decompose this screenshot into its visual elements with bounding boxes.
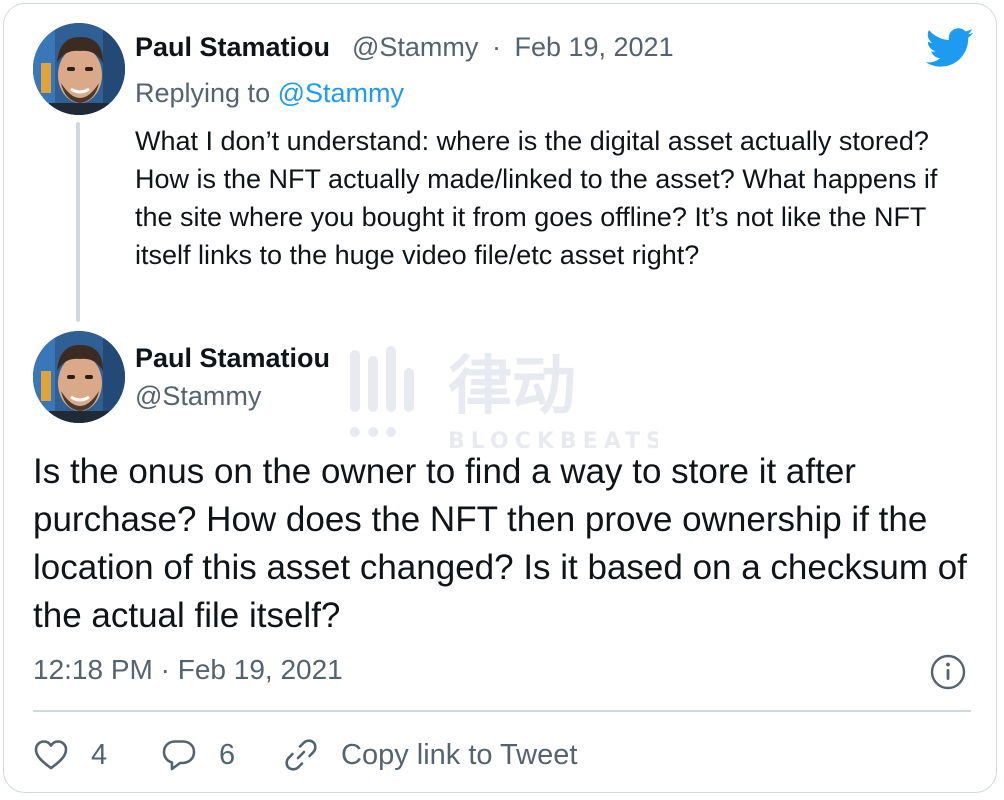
info-icon[interactable] xyxy=(930,654,966,690)
copy-link-action[interactable]: Copy link to Tweet xyxy=(283,733,577,777)
replying-to-prefix: Replying to xyxy=(135,78,271,108)
reply-author-name[interactable]: Paul Stamatiou xyxy=(135,32,330,63)
blockbeats-watermark: 律动 BLOCKBEATS xyxy=(350,346,658,454)
reply-tweet-text: What I don’t understand: where is the di… xyxy=(135,126,938,270)
thread-connector xyxy=(76,122,80,322)
main-author-name[interactable]: Paul Stamatiou xyxy=(135,343,330,374)
replying-to-handle[interactable]: @Stammy xyxy=(278,78,404,108)
reply-bubble-icon[interactable] xyxy=(161,737,197,773)
replying-to-line: Replying to @Stammy xyxy=(135,78,404,109)
reply-date[interactable]: Feb 19, 2021 xyxy=(514,32,673,62)
watermark-brand-cn: 律动 xyxy=(448,350,576,424)
heart-icon[interactable] xyxy=(33,737,69,773)
avatar[interactable] xyxy=(33,23,125,115)
reply-action[interactable]: 6 xyxy=(161,733,235,777)
twitter-bird-icon[interactable] xyxy=(926,28,974,68)
tweet-timestamp[interactable]: 12:18 PM · Feb 19, 2021 xyxy=(33,654,343,686)
divider xyxy=(33,710,971,712)
like-count: 4 xyxy=(91,738,108,771)
reply-author-handle[interactable]: @Stammy · Feb 19, 2021 xyxy=(352,32,674,63)
reply-handle-text[interactable]: @Stammy xyxy=(352,32,478,62)
main-tweet-text: Is the onus on the owner to find a way t… xyxy=(33,452,967,635)
separator-dot: · xyxy=(491,32,501,62)
like-action[interactable]: 4 xyxy=(33,733,107,777)
avatar[interactable] xyxy=(33,331,125,423)
reply-count: 6 xyxy=(219,738,236,771)
main-author-handle[interactable]: @Stammy xyxy=(135,381,261,412)
copy-link-label[interactable]: Copy link to Tweet xyxy=(341,739,577,772)
link-icon[interactable] xyxy=(283,737,319,773)
